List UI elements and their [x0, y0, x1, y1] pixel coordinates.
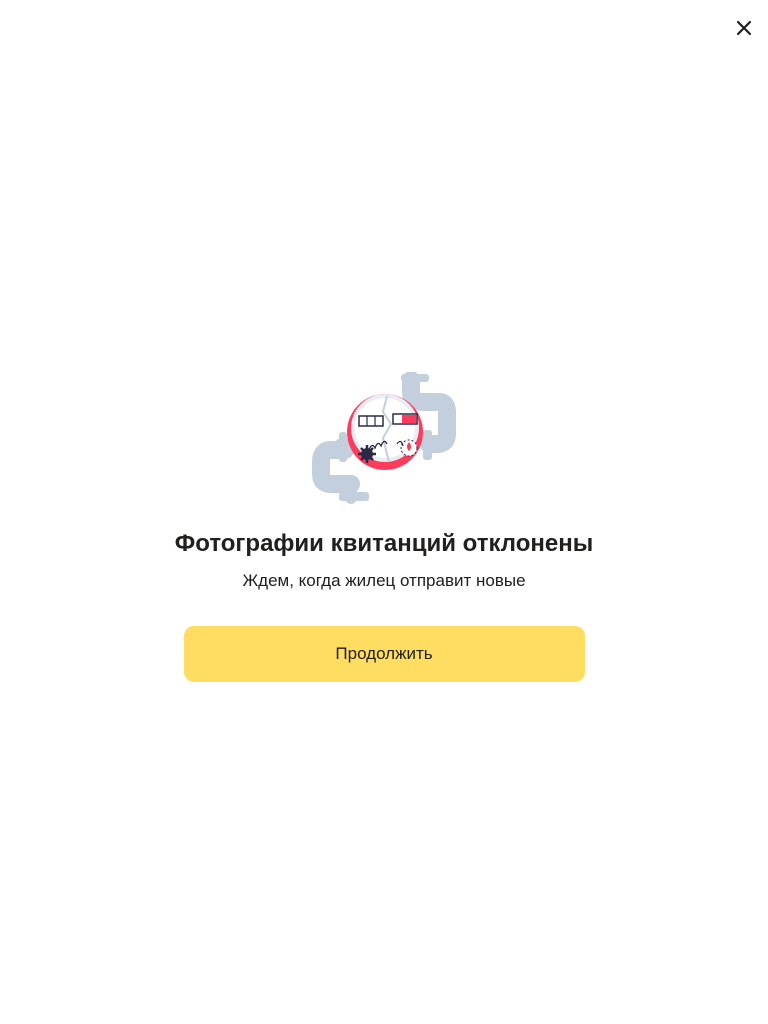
- page-title: Фотографии квитанций отклонены: [174, 530, 594, 557]
- continue-button[interactable]: Продолжить: [183, 626, 585, 682]
- close-button[interactable]: [730, 14, 758, 42]
- continue-button-label: Продолжить: [335, 644, 433, 663]
- close-icon: [736, 20, 752, 36]
- status-message-block: Фотографии квитанций отклонены Ждем, ког…: [0, 372, 768, 682]
- page-subtitle: Ждем, когда жилец отправит новые: [242, 571, 526, 590]
- water-meter-pipes-illustration: [312, 372, 456, 504]
- rejected-receipts-screen: Фотографии квитанций отклонены Ждем, ког…: [0, 0, 768, 1024]
